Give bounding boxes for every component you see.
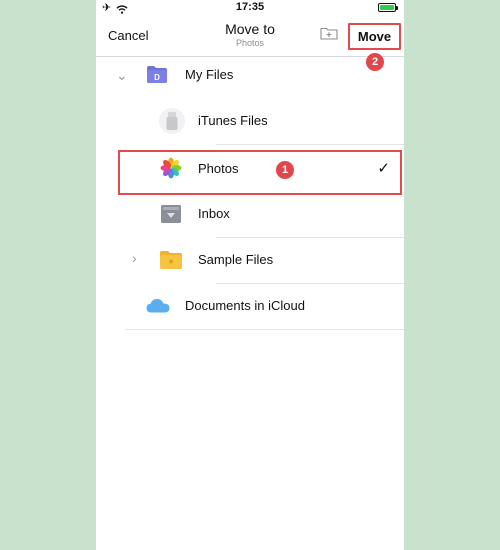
tree-item-label: iTunes Files <box>198 113 268 128</box>
status-bar: ✈ 17:35 <box>96 0 404 16</box>
chevron-down-icon[interactable]: ⌄ <box>116 67 128 84</box>
tree-item-label: Sample Files <box>198 252 274 267</box>
tree-item-label: Inbox <box>198 206 230 221</box>
navigation-bar: Cancel Move to Photos Move 2 <box>96 16 404 71</box>
move-button[interactable]: Move <box>348 23 401 50</box>
divider <box>126 329 404 330</box>
status-time: 17:35 <box>235 1 265 13</box>
tree-item-sample-files[interactable]: › Sample Files <box>96 238 404 284</box>
chevron-right-icon[interactable]: › <box>132 250 137 266</box>
phone-screen: ✈ 17:35 Cancel Move to Photos Move 2 ⌄ D… <box>96 0 404 550</box>
selection-highlight <box>118 150 402 195</box>
tree-item-icloud[interactable]: Documents in iCloud <box>96 284 404 330</box>
tree-item-inbox[interactable]: Inbox <box>96 192 404 238</box>
divider <box>216 144 404 145</box>
battery-icon <box>378 3 398 12</box>
tree-item-label: Documents in iCloud <box>185 298 305 313</box>
new-folder-icon[interactable] <box>320 26 338 40</box>
yellow-folder-icon <box>160 251 182 274</box>
svg-text:D: D <box>154 73 160 82</box>
tree-item-itunes-files[interactable]: iTunes Files <box>96 99 404 145</box>
icloud-icon <box>146 298 170 318</box>
inbox-tray-icon <box>161 205 181 228</box>
usb-drive-icon <box>159 108 185 139</box>
tree-item-label: My Files <box>185 67 234 82</box>
step-badge-1: 1 <box>276 161 294 179</box>
purple-folder-icon: D <box>147 66 167 88</box>
tree-item-my-files[interactable]: ⌄ D My Files <box>96 53 404 99</box>
